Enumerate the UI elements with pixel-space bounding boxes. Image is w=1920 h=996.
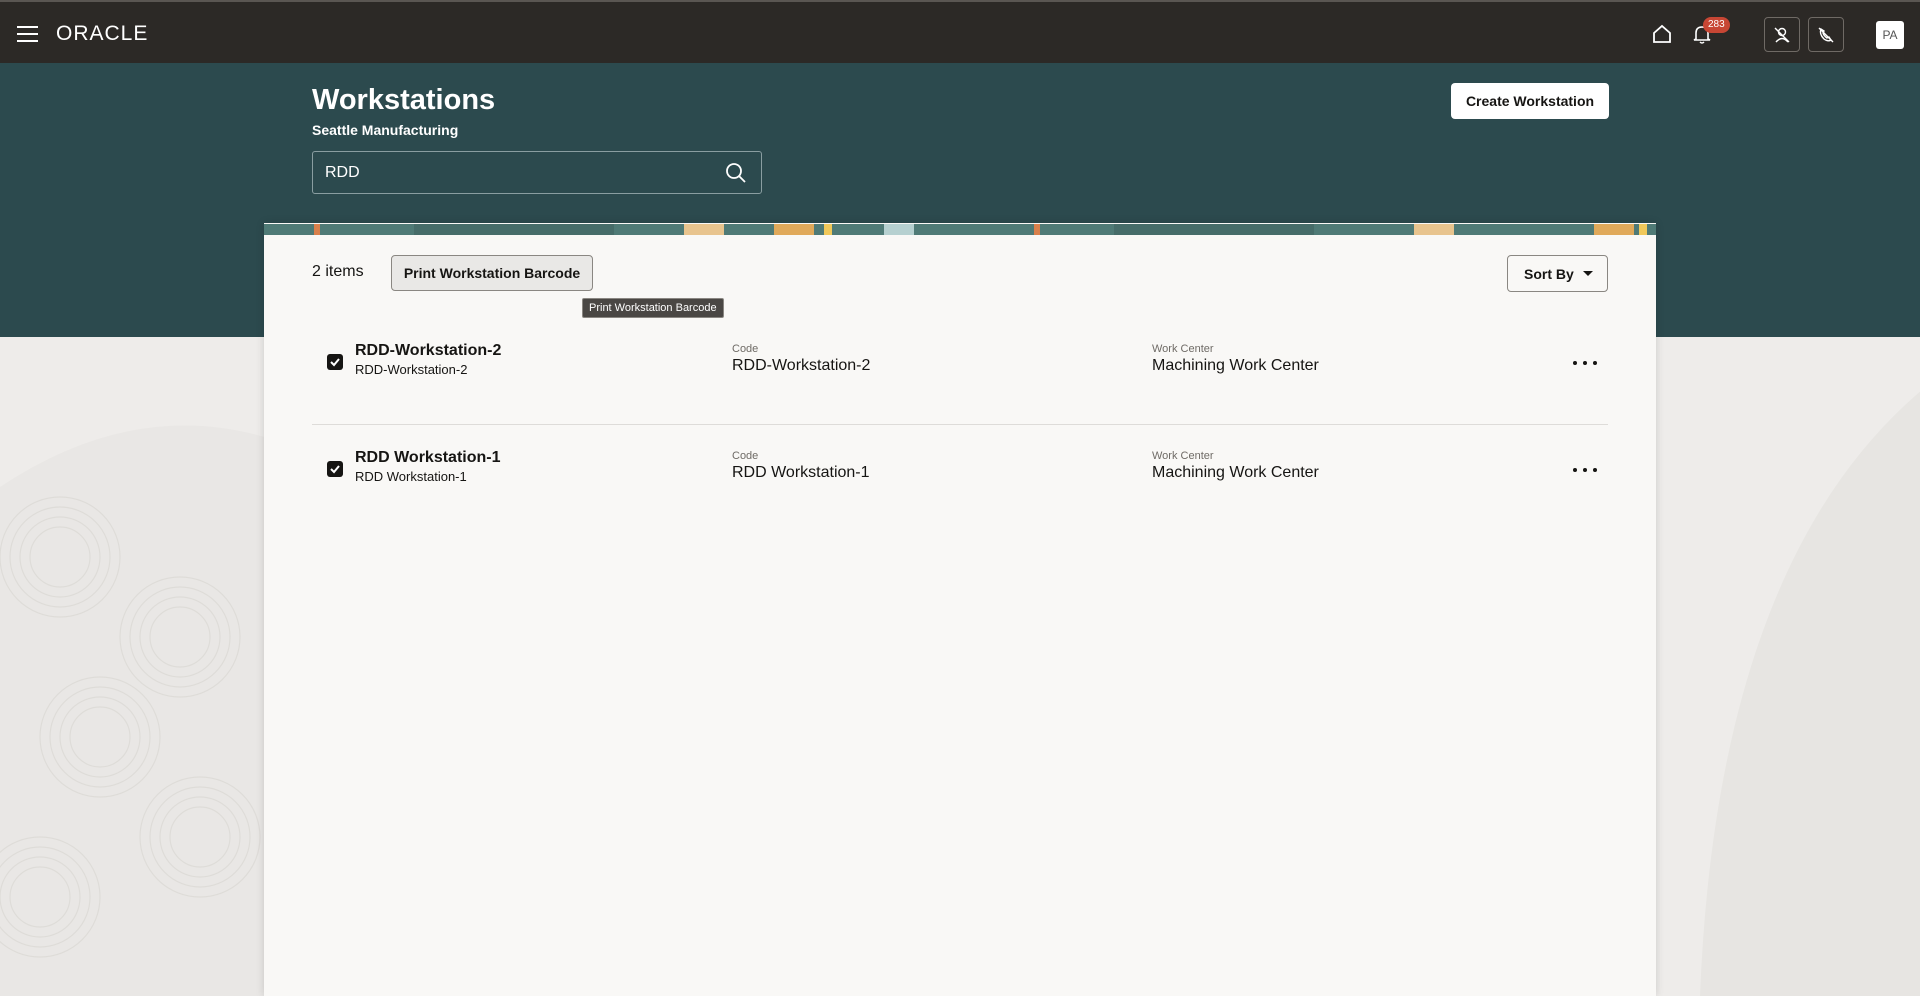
decorative-strip — [264, 223, 1656, 235]
checkmark-icon — [330, 358, 340, 367]
code-label: Code — [732, 343, 759, 355]
phone-slash-button[interactable] — [1808, 17, 1844, 52]
menu-icon[interactable] — [17, 26, 38, 42]
workstation-name[interactable]: RDD-Workstation-2 — [355, 342, 501, 360]
tooltip: Print Workstation Barcode — [582, 298, 724, 318]
more-actions-icon[interactable] — [1570, 354, 1600, 372]
notification-badge: 283 — [1703, 17, 1730, 33]
work-center-value: Machining Work Center — [1152, 464, 1319, 481]
create-workstation-button[interactable]: Create Workstation — [1451, 83, 1609, 119]
print-workstation-barcode-button[interactable]: Print Workstation Barcode — [391, 255, 593, 291]
page-subtitle: Seattle Manufacturing — [312, 122, 459, 138]
more-actions-icon[interactable] — [1570, 461, 1600, 479]
workstations-card: 2 items Print Workstation Barcode Print … — [264, 223, 1656, 996]
workstation-description: RDD-Workstation-2 — [355, 362, 468, 377]
person-slash-icon — [1774, 27, 1790, 42]
work-center-value: Machining Work Center — [1152, 357, 1319, 374]
items-count: 2 items — [312, 263, 364, 280]
work-center-label: Work Center — [1152, 343, 1214, 355]
code-value: RDD-Workstation-2 — [732, 357, 871, 374]
oracle-logo: ORACLE — [56, 22, 149, 45]
phone-slash-icon — [1818, 27, 1834, 42]
home-icon[interactable] — [1648, 20, 1676, 48]
work-center-label: Work Center — [1152, 450, 1214, 462]
workstation-description: RDD Workstation-1 — [355, 469, 467, 484]
row-checkbox[interactable] — [327, 354, 343, 370]
person-slash-button[interactable] — [1764, 17, 1800, 52]
search-field[interactable] — [312, 151, 762, 194]
sort-by-label: Sort By — [1524, 265, 1574, 282]
code-label: Code — [732, 450, 759, 462]
page-title: Workstations — [312, 84, 496, 116]
global-header: ORACLE 283 PA — [0, 0, 1920, 63]
search-input[interactable] — [325, 152, 705, 193]
code-value: RDD Workstation-1 — [732, 464, 870, 481]
checkmark-icon — [330, 465, 340, 474]
list-item[interactable]: RDD-Workstation-2 RDD-Workstation-2 Code… — [312, 318, 1608, 425]
user-avatar[interactable]: PA — [1876, 21, 1904, 49]
list-item[interactable]: RDD Workstation-1 RDD Workstation-1 Code… — [312, 425, 1608, 532]
workstation-name[interactable]: RDD Workstation-1 — [355, 449, 501, 467]
search-icon[interactable] — [725, 162, 747, 189]
caret-down-icon — [1583, 271, 1593, 276]
row-checkbox[interactable] — [327, 461, 343, 477]
sort-by-button[interactable]: Sort By — [1507, 255, 1608, 292]
